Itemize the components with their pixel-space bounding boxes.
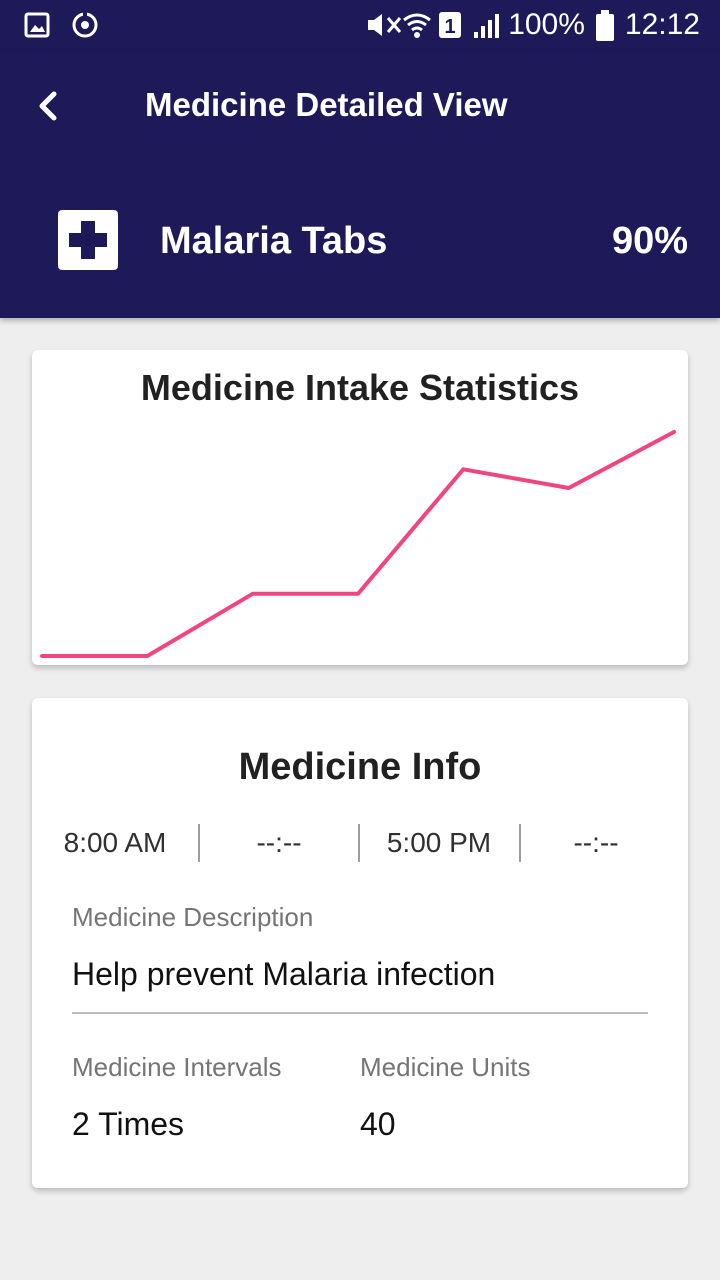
medicine-percent: 90%: [611, 220, 688, 262]
battery-percent: 100%: [508, 8, 585, 41]
intervals-value: 2 Times: [72, 1106, 185, 1142]
back-button[interactable]: [28, 84, 68, 128]
status-time: 12:12: [624, 8, 700, 41]
time-slot-2[interactable]: --:--: [200, 822, 358, 864]
info-title: Medicine Info: [238, 746, 482, 788]
wifi-icon: [402, 10, 432, 40]
battery-icon: [595, 10, 615, 41]
gallery-icon: [24, 10, 50, 40]
status-bar: 1 100% 12:12: [0, 0, 720, 50]
chevron-left-icon: [28, 91, 68, 132]
signal-icon: [472, 10, 500, 40]
intervals-label: Medicine Intervals: [72, 1052, 282, 1082]
intake-statistics-card: Medicine Intake Statistics: [32, 350, 688, 665]
intake-line-chart: [40, 430, 676, 658]
sync-icon: [70, 10, 98, 40]
units-label: Medicine Units: [360, 1052, 531, 1082]
units-value: 40: [360, 1106, 396, 1142]
mute-icon: [366, 10, 402, 40]
time-slot-1[interactable]: 8:00 AM: [32, 822, 198, 864]
time-slot-4[interactable]: --:--: [521, 822, 671, 864]
sim-slot-number: 1: [445, 16, 456, 38]
schedule-times-row: 8:00 AM --:-- 5:00 PM --:--: [32, 822, 688, 864]
medicine-name: Malaria Tabs: [160, 220, 388, 262]
medicine-info-card: Medicine Info 8:00 AM --:-- 5:00 PM --:-…: [32, 698, 688, 1188]
medical-cross-icon: [58, 210, 118, 270]
description-underline: [72, 1012, 648, 1014]
sim-icon: 1: [438, 10, 462, 40]
description-value: Help prevent Malaria infection: [72, 956, 496, 992]
page-title: Medicine Detailed View: [145, 86, 508, 123]
time-slot-3[interactable]: 5:00 PM: [360, 822, 518, 864]
series-line-1: [40, 430, 676, 658]
description-label: Medicine Description: [72, 902, 314, 932]
app-bar: Medicine Detailed View Malaria Tabs 90%: [0, 50, 720, 318]
